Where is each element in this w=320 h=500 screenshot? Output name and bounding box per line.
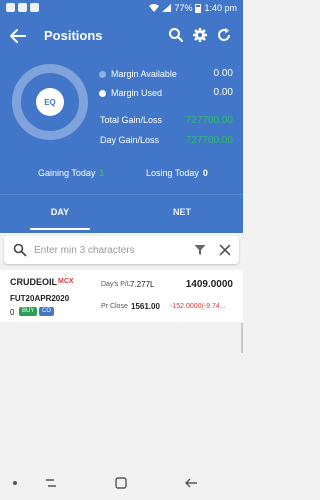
- margin-available-value: 0.00: [213, 68, 233, 79]
- scrollbar[interactable]: [241, 323, 243, 353]
- prev-close-label: Pr Close: [101, 303, 128, 310]
- margin-used-row: Margin Used: [99, 88, 162, 98]
- signal-icon: [162, 4, 172, 12]
- gaining-today-label: Gaining Today: [38, 168, 96, 178]
- search-icon[interactable]: [168, 27, 184, 43]
- available-legend-dot: [99, 70, 106, 78]
- filter-icon[interactable]: [194, 244, 206, 256]
- position-row[interactable]: CRUDEOIL MCX FUT20APR2020 0 BUY CO Day's…: [0, 270, 243, 322]
- margin-available-label: Margin Available: [111, 69, 177, 79]
- status-bar: 77% 1:40 pm: [0, 0, 243, 17]
- back-arrow-icon[interactable]: [8, 26, 28, 46]
- phone-notification-icon: [18, 3, 27, 12]
- total-gain-loss-label: Total Gain/Loss: [100, 115, 163, 125]
- app-bar: Positions: [0, 17, 243, 55]
- losing-today: Losing Today 0: [146, 168, 208, 178]
- prev-close-value: 1561.00: [131, 302, 160, 311]
- days-pl-value: 7.277L: [130, 280, 155, 289]
- gaining-today-count: 1: [99, 168, 105, 178]
- tab-bar: DAY NET: [0, 203, 243, 233]
- last-traded-price: 1409.0000: [185, 279, 233, 290]
- back-icon[interactable]: [184, 476, 198, 490]
- page-title: Positions: [44, 28, 103, 43]
- search-input[interactable]: [34, 242, 184, 258]
- refresh-icon[interactable]: [216, 27, 232, 43]
- tab-net[interactable]: NET: [152, 207, 212, 217]
- gear-icon[interactable]: [192, 27, 208, 43]
- battery-icon: [195, 3, 202, 13]
- position-expiry: FUT20APR2020: [10, 294, 70, 303]
- search-bar: [4, 236, 239, 264]
- app-notification-icon: [6, 3, 15, 12]
- margin-used-label: Margin Used: [111, 88, 163, 98]
- summary-panel: EQ Margin Available 0.00 Margin Used 0.0…: [0, 55, 243, 233]
- notification-icons: [6, 3, 39, 12]
- home-icon[interactable]: [114, 476, 128, 490]
- position-symbol: CRUDEOIL: [10, 277, 57, 287]
- used-legend-dot: [99, 89, 106, 97]
- system-nav-bar: [0, 468, 243, 500]
- summary-divider: [0, 194, 243, 195]
- message-notification-icon: [30, 3, 39, 12]
- day-gain-loss-label: Day Gain/Loss: [100, 135, 160, 145]
- close-icon[interactable]: [219, 244, 231, 256]
- segment-label: EQ: [36, 88, 64, 116]
- active-tab-indicator: [30, 228, 90, 230]
- dot-icon[interactable]: [8, 476, 22, 490]
- recent-apps-icon[interactable]: [44, 476, 58, 490]
- losing-today-count: 0: [202, 168, 208, 178]
- margin-used-value: 0.00: [213, 87, 233, 98]
- wifi-icon: [149, 4, 160, 12]
- total-gain-loss-value: 727700.00: [185, 115, 233, 126]
- losing-today-label: Losing Today: [146, 168, 199, 178]
- battery-percent: 77%: [174, 3, 193, 13]
- price-change: -152.0000(-9.74...: [170, 303, 226, 310]
- position-quantity: 0: [10, 308, 15, 317]
- search-icon: [13, 243, 27, 257]
- tab-day[interactable]: DAY: [30, 207, 90, 217]
- days-pl-label: Day's P/L: [101, 281, 131, 288]
- gaining-today: Gaining Today 1: [38, 168, 104, 178]
- position-exchange: MCX: [58, 278, 74, 285]
- side-badge: BUY: [19, 307, 38, 316]
- margin-available-row: Margin Available: [99, 69, 177, 79]
- product-badge: CO: [39, 307, 54, 316]
- day-gain-loss-value: 727700.00: [185, 135, 233, 146]
- clock: 1:40 pm: [204, 3, 237, 13]
